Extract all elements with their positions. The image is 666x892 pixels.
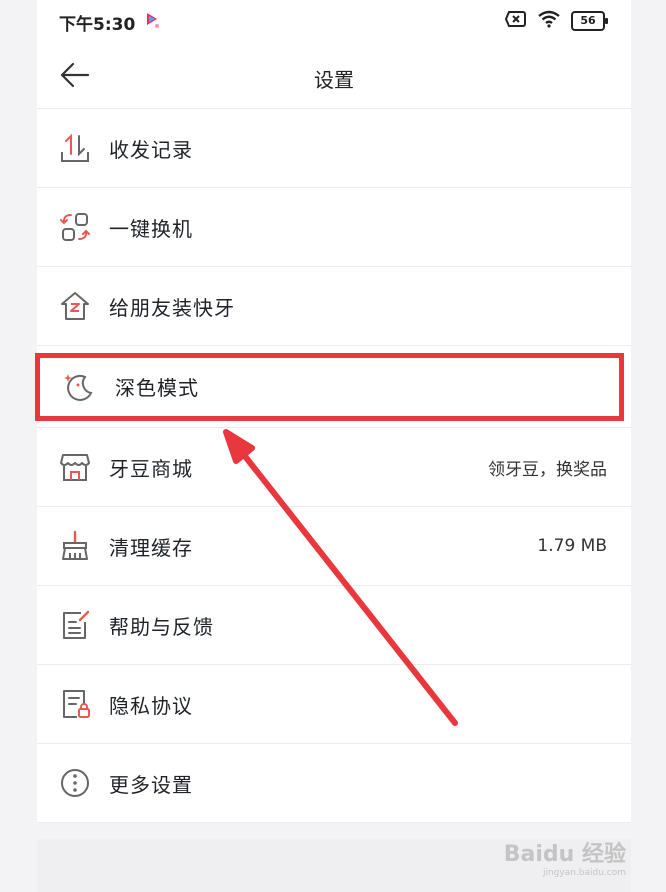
settings-item-label: 收发记录 — [109, 137, 193, 162]
battery-indicator: 56 — [571, 11, 608, 31]
settings-item-store[interactable]: 牙豆商城 领牙豆，换奖品 — [37, 428, 631, 507]
settings-item-label: 深色模式 — [115, 376, 199, 400]
watermark-site: jingyan.baidu.com — [542, 868, 626, 878]
page-title: 设置 — [314, 68, 354, 92]
settings-item-label: 帮助与反馈 — [109, 614, 214, 639]
status-time: 下午5:30 — [59, 15, 136, 35]
settings-item-value: 领牙豆，换奖品 — [488, 459, 607, 480]
settings-item-help-feedback[interactable]: 帮助与反馈 — [37, 586, 631, 665]
settings-item-privacy[interactable]: 隐私协议 — [37, 665, 631, 744]
settings-item-transfer-history[interactable]: 收发记录 — [37, 109, 631, 188]
broom-icon — [59, 530, 91, 562]
settings-item-label: 牙豆商城 — [109, 456, 193, 481]
app-notification-icon — [143, 10, 163, 34]
house-z-icon — [59, 290, 91, 322]
watermark-brand: Baidu 经验 — [503, 842, 626, 867]
settings-item-invite-friend[interactable]: 给朋友装快牙 — [37, 267, 631, 346]
settings-item-more-settings[interactable]: 更多设置 — [37, 744, 631, 823]
header: 设置 — [37, 42, 631, 109]
baidu-watermark: Baidu 经验 jingyan.baidu.com — [504, 836, 626, 878]
switch-phone-icon — [59, 211, 91, 243]
settings-item-label: 更多设置 — [109, 772, 193, 797]
settings-screen: 下午5:30 56 设置 收发记录 一键换机 给朋友装快牙 深色模式 牙豆商城 … — [37, 0, 631, 892]
transfer-icon — [59, 132, 91, 164]
wifi-icon — [537, 10, 561, 32]
privacy-doc-icon — [59, 688, 91, 720]
status-bar: 下午5:30 56 — [37, 0, 631, 42]
settings-item-label: 一键换机 — [109, 216, 193, 241]
settings-item-value: 1.79 MB — [537, 536, 607, 556]
settings-item-label: 给朋友装快牙 — [109, 295, 235, 320]
settings-item-phone-switch[interactable]: 一键换机 — [37, 188, 631, 267]
settings-item-dark-mode[interactable]: 深色模式 — [37, 346, 631, 428]
store-icon — [59, 451, 91, 483]
settings-list: 收发记录 一键换机 给朋友装快牙 深色模式 牙豆商城 领牙豆，换奖品 清理缓存 … — [37, 109, 631, 823]
feedback-icon — [59, 609, 91, 641]
settings-item-clear-cache[interactable]: 清理缓存 1.79 MB — [37, 507, 631, 586]
sim-off-icon — [504, 10, 527, 32]
more-dots-icon — [59, 767, 91, 799]
settings-item-label: 清理缓存 — [109, 535, 193, 560]
settings-item-label: 隐私协议 — [109, 693, 193, 718]
moon-icon — [63, 371, 95, 403]
